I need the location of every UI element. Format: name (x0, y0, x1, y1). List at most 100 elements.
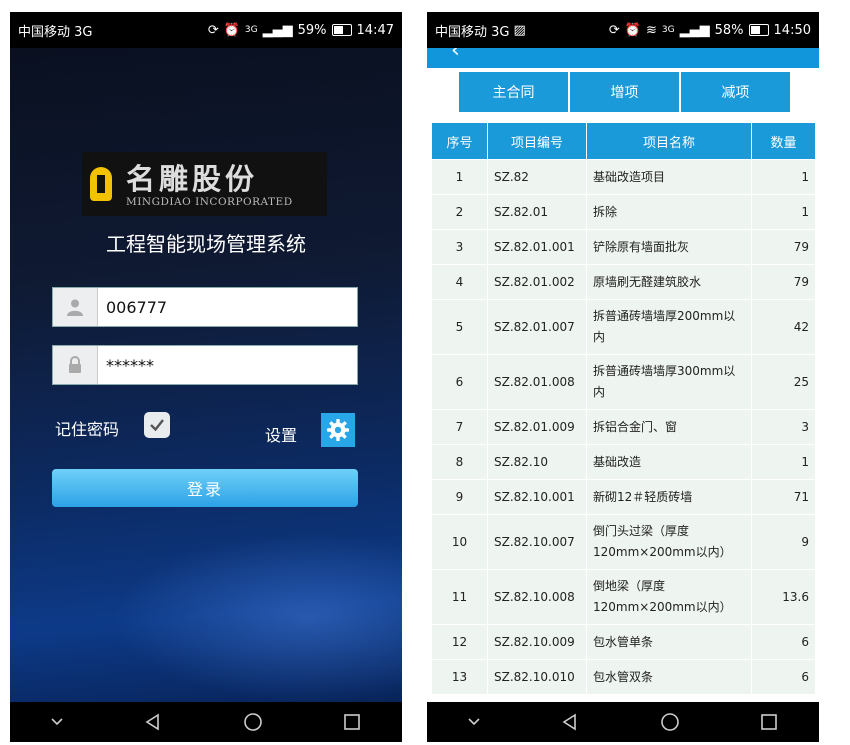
tab-deductions[interactable]: 减项 (681, 72, 790, 112)
cell-code: SZ.82.10.010 (487, 659, 587, 695)
status-bar: 中国移动 3G ▨ ⟳ ⏰ ≋ 3G ▂▄▆ 58% 14:50 (427, 12, 819, 48)
carrier-text: 中国移动 3G (435, 24, 510, 40)
gear-icon (327, 419, 349, 441)
cell-qty: 6 (751, 659, 815, 695)
battery-icon (331, 24, 352, 36)
table-row[interactable]: 10 SZ.82.10.007 倒门头过梁（厚度120mm×200mm以内） 9 (431, 514, 815, 570)
status-bar: 中国移动 3G ⟳ ⏰ 3G ▂▄▆ 59% 14:47 (10, 12, 402, 48)
cell-code: SZ.82.01.002 (487, 264, 587, 300)
signal-bars-icon: ▂▄▆ (262, 22, 293, 38)
cell-code: SZ.82.01 (487, 194, 587, 230)
app-top-bar: ‹ (427, 48, 819, 68)
recents-square-icon[interactable] (342, 712, 362, 732)
user-icon (53, 288, 98, 326)
remember-password-checkbox[interactable] (144, 412, 170, 438)
home-circle-icon[interactable] (660, 712, 680, 732)
table-row[interactable]: 5 SZ.82.01.007 拆普通砖墙墙厚200mm以内 42 (431, 299, 815, 355)
col-header-qty: 数量 (751, 122, 815, 160)
cell-name: 拆铝合金门、窗 (586, 409, 752, 445)
cell-index: 4 (431, 264, 488, 300)
cell-index: 12 (431, 624, 488, 660)
table-row[interactable]: 9 SZ.82.10.001 新砌12＃轻质砖墙 71 (431, 479, 815, 515)
table-row[interactable]: 4 SZ.82.01.002 原墙刷无醛建筑胶水 79 (431, 264, 815, 300)
logo-name: 名雕股份 (126, 162, 259, 196)
items-table: 序号 项目编号 项目名称 数量 1 SZ.82 基础改造项目 1 2 SZ.82.01 拆… (431, 122, 815, 695)
table-row[interactable]: 12 SZ.82.10.009 包水管单条 6 (431, 624, 815, 660)
cell-code: SZ.82.10.009 (487, 624, 587, 660)
cell-code: SZ.82.01.009 (487, 409, 587, 445)
cell-qty: 1 (751, 194, 815, 230)
clock: 14:47 (356, 22, 394, 38)
username-input[interactable] (98, 288, 357, 326)
cell-code: SZ.82.01.001 (487, 229, 587, 265)
table-row[interactable]: 7 SZ.82.01.009 拆铝合金门、窗 3 (431, 409, 815, 445)
contract-phone-screen: 中国移动 3G ▨ ⟳ ⏰ ≋ 3G ▂▄▆ 58% 14:50 ‹ 主合同 增… (427, 12, 819, 742)
carrier-label: 中国移动 3G ▨ (435, 21, 609, 40)
sync-icon: ⟳ (207, 22, 219, 38)
cell-code: SZ.82.01.007 (487, 299, 587, 355)
cell-qty: 42 (751, 299, 815, 355)
nav-bar (427, 702, 819, 742)
table-row[interactable]: 1 SZ.82 基础改造项目 1 (431, 159, 815, 195)
cell-qty: 79 (751, 229, 815, 265)
cell-name: 拆普通砖墙墙厚200mm以内 (586, 299, 752, 355)
cell-name: 基础改造项目 (586, 159, 752, 195)
settings-label: 设置 (265, 426, 298, 445)
tab-additions[interactable]: 增项 (570, 72, 679, 112)
col-header-name: 项目名称 (586, 122, 752, 160)
back-triangle-icon[interactable] (143, 712, 163, 732)
lightbulb-logo-icon (90, 167, 112, 201)
signal-icon: 3G (244, 25, 258, 35)
settings-button[interactable] (321, 413, 355, 447)
table-row[interactable]: 8 SZ.82.10 基础改造 1 (431, 444, 815, 480)
cell-index: 2 (431, 194, 488, 230)
battery-icon (748, 24, 769, 36)
clock: 14:50 (773, 22, 811, 38)
chevron-down-icon[interactable] (50, 717, 64, 727)
col-header-code: 项目编号 (487, 122, 587, 160)
table-row[interactable]: 2 SZ.82.01 拆除 1 (431, 194, 815, 230)
login-button[interactable]: 登录 (52, 469, 358, 507)
table-row[interactable]: 11 SZ.82.10.008 倒地梁（厚度120mm×200mm以内） 13.6 (431, 569, 815, 625)
back-arrow-icon[interactable]: ‹ (451, 48, 460, 63)
col-header-index: 序号 (431, 122, 488, 160)
cell-code: SZ.82 (487, 159, 587, 195)
password-input[interactable] (98, 346, 357, 384)
cell-index: 11 (431, 569, 488, 625)
cell-code: SZ.82.01.008 (487, 354, 587, 410)
username-field (52, 287, 358, 327)
wifi-icon: ≋ (646, 22, 657, 38)
cell-index: 8 (431, 444, 488, 480)
cell-qty: 6 (751, 624, 815, 660)
alarm-icon: ⏰ (223, 22, 240, 38)
login-background: 名雕股份 MINGDIAO INCORPORATED 工程智能现场管理系统 记住… (10, 48, 402, 702)
cell-index: 5 (431, 299, 488, 355)
remember-password-label: 记住密码 (55, 420, 120, 439)
chevron-down-icon[interactable] (467, 717, 481, 727)
cell-index: 3 (431, 229, 488, 265)
cell-name: 铲除原有墙面批灰 (586, 229, 752, 265)
cell-qty: 9 (751, 514, 815, 570)
cell-name: 原墙刷无醛建筑胶水 (586, 264, 752, 300)
back-triangle-icon[interactable] (560, 712, 580, 732)
nav-bar (10, 702, 402, 742)
cell-qty: 1 (751, 159, 815, 195)
tab-main-contract[interactable]: 主合同 (459, 72, 568, 112)
cell-qty: 13.6 (751, 569, 815, 625)
cell-name: 倒地梁（厚度120mm×200mm以内） (586, 569, 752, 625)
table-row[interactable]: 6 SZ.82.01.008 拆普通砖墙墙厚300mm以内 25 (431, 354, 815, 410)
lock-icon (53, 346, 98, 384)
home-circle-icon[interactable] (243, 712, 263, 732)
sync-icon: ⟳ (608, 22, 620, 38)
checkmark-icon (150, 419, 164, 432)
logo-english: MINGDIAO INCORPORATED (126, 196, 293, 208)
cell-code: SZ.82.10.001 (487, 479, 587, 515)
items-table-container[interactable]: 序号 项目编号 项目名称 数量 1 SZ.82 基础改造项目 1 2 SZ.82.01 拆… (431, 122, 815, 702)
recents-square-icon[interactable] (759, 712, 779, 732)
cell-index: 1 (431, 159, 488, 195)
cell-code: SZ.82.10 (487, 444, 587, 480)
table-row[interactable]: 3 SZ.82.01.001 铲除原有墙面批灰 79 (431, 229, 815, 265)
image-notification-icon: ▨ (513, 22, 526, 38)
table-row[interactable]: 13 SZ.82.10.010 包水管双条 6 (431, 659, 815, 695)
cell-qty: 3 (751, 409, 815, 445)
